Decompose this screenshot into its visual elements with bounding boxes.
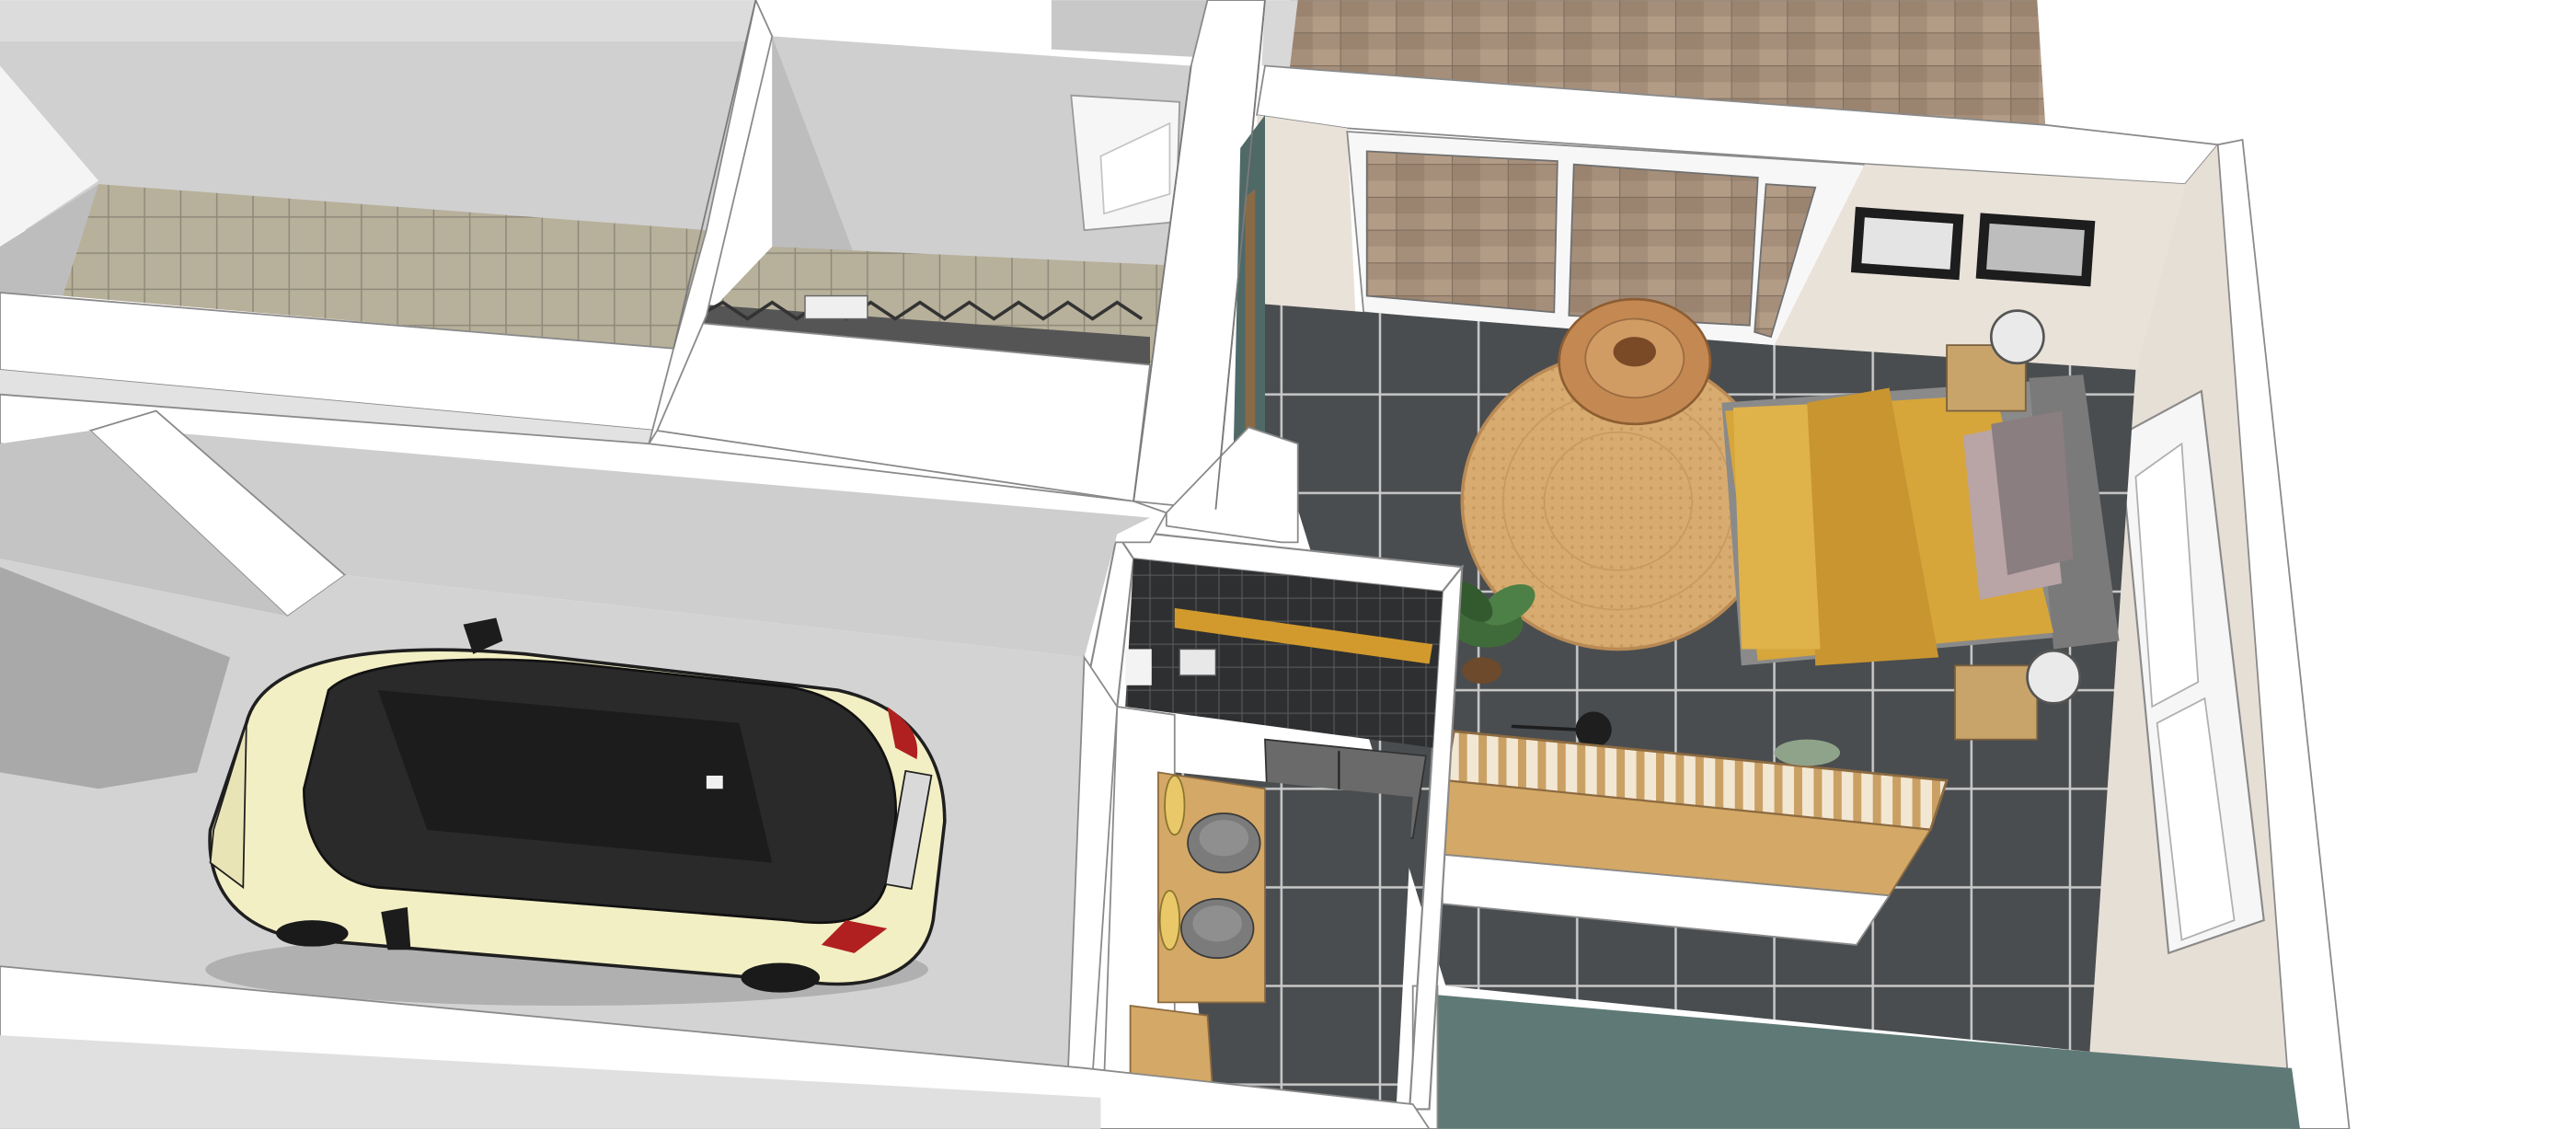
nightstand [1954,664,2039,741]
floor-plan-render [0,0,2576,1129]
floor-lamp-icon [1575,711,1612,748]
floor-plan-svg [0,0,2576,1129]
bedside-lamp-icon [1989,309,2045,365]
bedside-lamp-icon [2026,649,2082,705]
